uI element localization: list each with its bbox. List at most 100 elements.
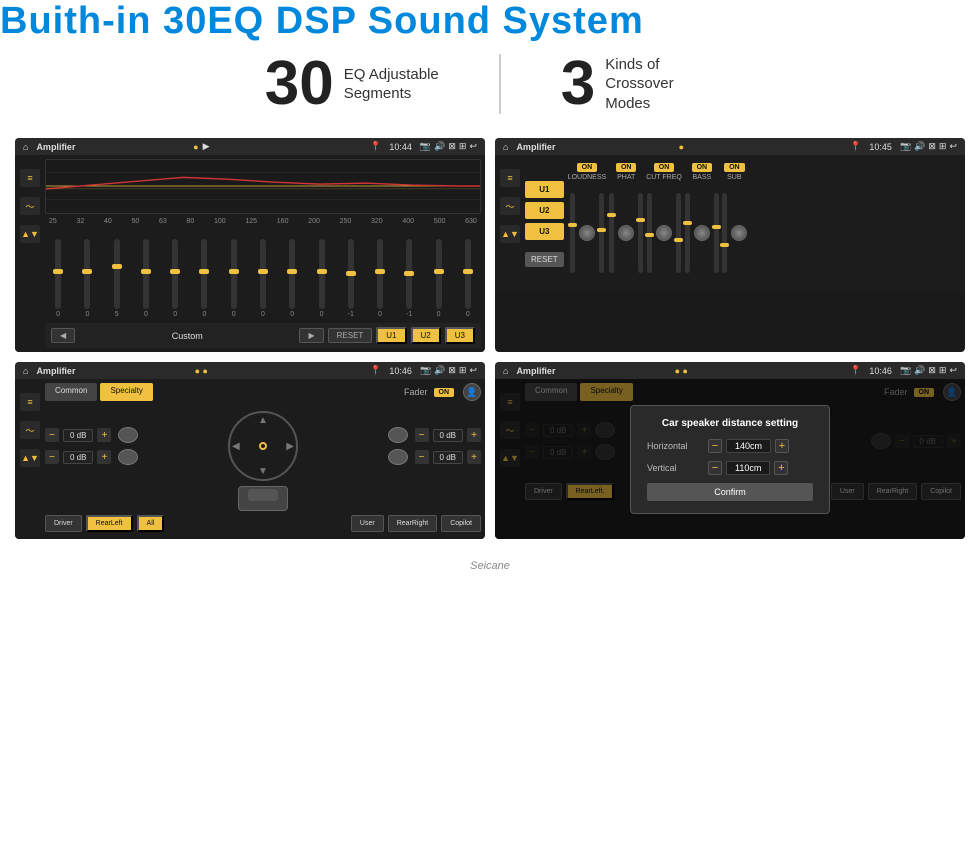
rearleft-btn-3[interactable]: RearLeft [86,515,133,532]
slider-6: 0 [191,239,217,318]
home-icon-2[interactable]: ⌂ [503,142,508,152]
dialog-confirm-btn[interactable]: Confirm [647,483,813,501]
app-name-2: Amplifier [516,142,674,152]
tab-specialty-3[interactable]: Specialty [100,383,152,401]
cross-reset-btn[interactable]: RESET [525,252,564,267]
fader-on-3[interactable]: ON [434,388,455,397]
status-icons-4: 📷 🔊 ⊠ ⊞ ↩ [900,365,957,376]
preset-u2[interactable]: U2 [525,202,564,219]
screen-speaker-common: ⌂ Amplifier ● ● 📍 10:46 📷 🔊 ⊠ ⊞ ↩ ≡ 〜 ▲▼ [15,362,485,539]
slider-4: 0 [133,239,159,318]
arrow-left[interactable]: ◀ [232,441,240,452]
cutfreq-knob[interactable] [656,225,672,241]
cutfreq-on[interactable]: ON [654,163,675,172]
all-btn-3[interactable]: All [137,515,165,532]
vol-icon-3[interactable]: ▲▼ [20,449,40,467]
bass-on[interactable]: ON [692,163,713,172]
eq-icon-3[interactable]: ≡ [20,393,40,411]
car-roof [248,489,278,501]
mode-label: Custom [79,329,295,343]
preset-u3[interactable]: U3 [525,223,564,240]
next-button[interactable]: ▶ [299,328,323,343]
page-title: Buith-in 30EQ DSP Sound System [0,0,980,43]
screen-eq-parametric: ⌂ Amplifier ● ▶ 📍 10:44 📷 🔊 ⊠ ⊞ ↩ ≡ 〜 ▲▼ [15,138,485,352]
crosshair: ▲ ▼ ◀ ▶ [228,411,298,481]
db-minus-tl[interactable]: − [45,428,59,442]
loudness-knob[interactable] [579,225,595,241]
copilot-btn-3[interactable]: Copilot [441,515,481,532]
db-control-tr: − 0 dB + [388,427,481,443]
bass-slider-area [685,183,719,283]
dialog-title: Car speaker distance setting [647,418,813,429]
speaker-distance-main: Common Specialty Fader ON 👤 − [525,383,961,535]
vol-icon-1[interactable]: ▲▼ [20,225,40,243]
eq-icon-1[interactable]: ≡ [20,169,40,187]
db-minus-tr[interactable]: − [415,428,429,442]
arrow-down[interactable]: ▼ [258,466,268,477]
sub-knob[interactable] [731,225,747,241]
home-icon-4[interactable]: ⌂ [503,366,508,376]
wave-icon-3[interactable]: 〜 [20,421,40,439]
u1-button-1[interactable]: U1 [376,327,406,344]
sub-slider-area [722,183,747,283]
dialog-horizontal-plus[interactable]: + [775,439,789,453]
tab-common-3[interactable]: Common [45,383,97,401]
bass-knob[interactable] [694,225,710,241]
db-value-tr: 0 dB [433,429,463,442]
location-icon-4: 📍 [850,365,861,376]
prev-button[interactable]: ◀ [51,328,75,343]
speaker-common-main: Common Specialty Fader ON 👤 − [45,383,481,535]
sub-on[interactable]: ON [724,163,745,172]
driver-btn-3[interactable]: Driver [45,515,82,532]
db-plus-tr[interactable]: + [467,428,481,442]
reset-button-1[interactable]: RESET [328,328,373,343]
watermark: Seicane [0,554,980,578]
user-btn-3[interactable]: User [351,515,384,532]
speaker-icon-tr [388,427,408,443]
dialog-vertical-label: Vertical [647,463,702,473]
db-plus-bl[interactable]: + [97,450,111,464]
slider-2: 0 [74,239,100,318]
location-icon-2: 📍 [850,141,861,152]
db-value-bl: 0 dB [63,451,93,464]
ch-loudness: ON LOUDNESS [568,163,607,283]
dialog-vertical-plus[interactable]: + [774,461,788,475]
profile-icon-3[interactable]: 👤 [463,383,481,401]
right-controls: − 0 dB + − 0 dB + [388,427,481,465]
db-minus-br[interactable]: − [415,450,429,464]
slider-13: -1 [396,239,422,318]
u3-button-1[interactable]: U3 [445,327,475,344]
app-name-3: Amplifier [36,366,190,376]
fader-text-3: Fader [404,387,428,397]
stat-crossover-number: 3 [561,53,595,115]
wave-icon-2[interactable]: 〜 [500,197,520,215]
home-icon-3[interactable]: ⌂ [23,366,28,376]
wave-icon-1[interactable]: 〜 [20,197,40,215]
status-bar-2: ⌂ Amplifier ● 📍 10:45 📷 🔊 ⊠ ⊞ ↩ [495,138,965,155]
u2-button-1[interactable]: U2 [411,327,441,344]
speaker-icon-bl [118,449,138,465]
slider-track-1[interactable] [55,239,61,309]
dialog-horizontal-minus[interactable]: − [708,439,722,453]
vol-icon-2[interactable]: ▲▼ [500,225,520,243]
dialog-vertical-minus[interactable]: − [708,461,722,475]
speaker-icon-tl [118,427,138,443]
dialog-vertical-val: 110cm [726,461,770,475]
eq-icon-2[interactable]: ≡ [500,169,520,187]
db-plus-br[interactable]: + [467,450,481,464]
loudness-on[interactable]: ON [577,163,598,172]
phat-knob[interactable] [618,225,634,241]
crosshair-area: ▲ ▼ ◀ ▶ [146,411,379,481]
speaker-distance-content: ≡ 〜 ▲▼ Common Specialty Fader ON 👤 [495,379,965,539]
rearright-btn-3[interactable]: RearRight [388,515,438,532]
arrow-right[interactable]: ▶ [286,441,294,452]
slider-15: 0 [455,239,481,318]
home-icon-1[interactable]: ⌂ [23,142,28,152]
db-plus-tl[interactable]: + [97,428,111,442]
preset-u1[interactable]: U1 [525,181,564,198]
arrow-up[interactable]: ▲ [258,415,268,426]
phat-on[interactable]: ON [616,163,637,172]
db-minus-bl[interactable]: − [45,450,59,464]
slider-5: 0 [162,239,188,318]
status-dot-2: ● [679,142,684,152]
